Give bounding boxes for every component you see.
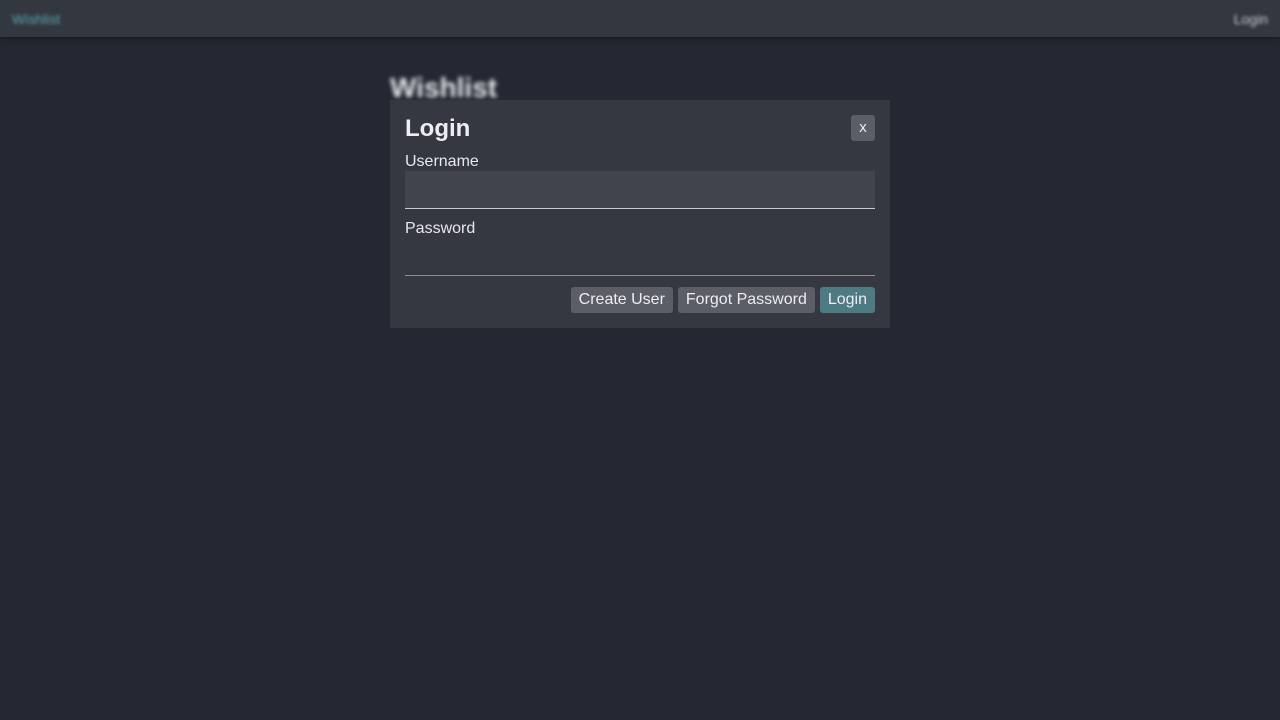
create-user-button[interactable]: Create User	[570, 287, 673, 313]
close-button[interactable]: x	[851, 115, 875, 141]
modal-actions: Create User Forgot Password Login	[570, 287, 875, 313]
login-modal: Login x Username Password Create User Fo…	[390, 100, 890, 328]
forgot-password-button[interactable]: Forgot Password	[677, 287, 815, 313]
username-label: Username	[405, 153, 479, 170]
password-input[interactable]	[405, 238, 875, 276]
password-label: Password	[405, 220, 476, 237]
nav-login-link[interactable]: Login	[1234, 11, 1268, 27]
brand-link[interactable]: Wishlist	[12, 11, 60, 27]
top-navbar: Wishlist Login	[0, 0, 1280, 37]
login-button[interactable]: Login	[819, 287, 875, 313]
username-input[interactable]	[405, 171, 875, 209]
modal-title: Login	[405, 115, 471, 142]
